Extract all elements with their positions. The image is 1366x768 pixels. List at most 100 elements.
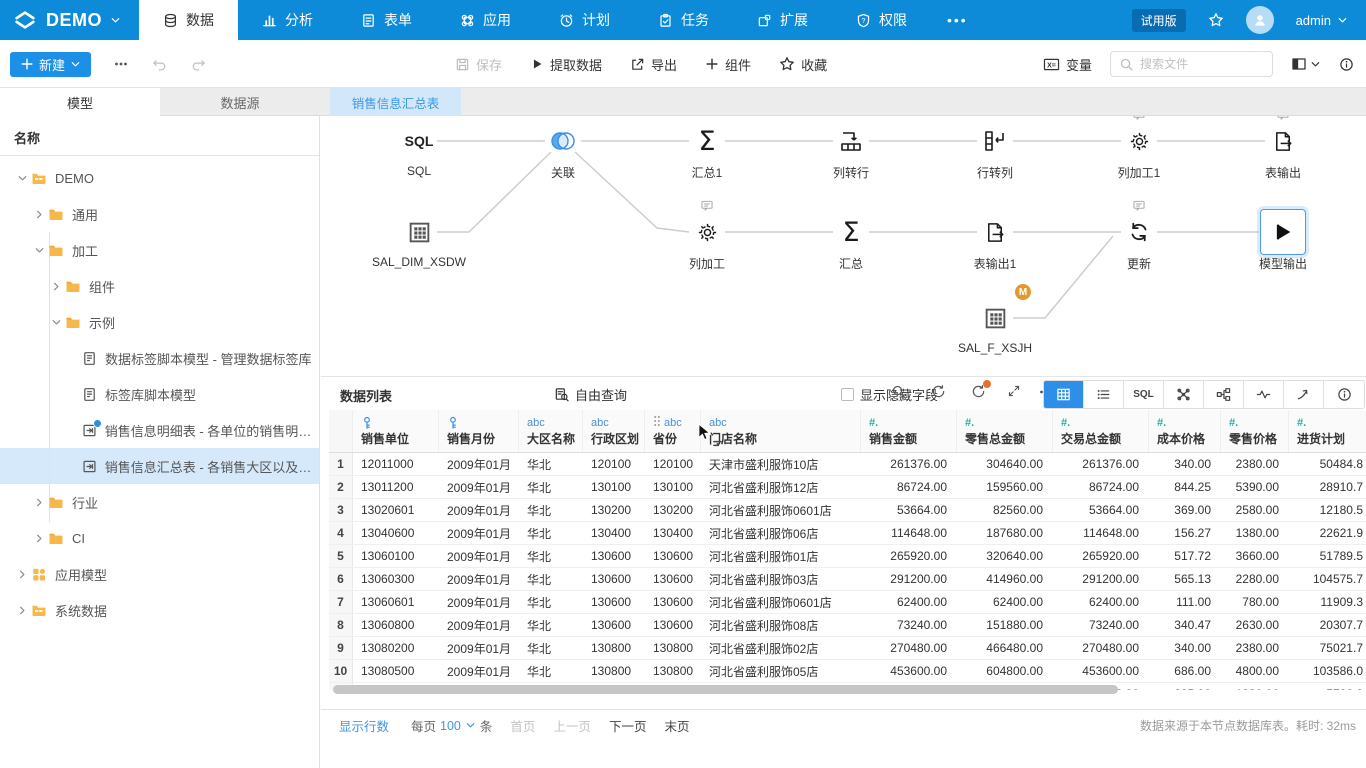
- flow-node-SAL_F_XSJH[interactable]: M: [975, 298, 1015, 338]
- lineage-view-button[interactable]: [1164, 381, 1204, 408]
- table-row[interactable]: 8130608002009年01月华北130600130600河北省盛利服饰08…: [329, 614, 1366, 637]
- user-menu[interactable]: admin: [1296, 13, 1348, 28]
- chevron-right-icon[interactable]: [31, 209, 48, 220]
- logo-area[interactable]: DEMO: [0, 0, 139, 40]
- tree-item-标签库脚本模型[interactable]: 标签库脚本模型: [0, 376, 319, 412]
- tree-item-DEMO[interactable]: DEMO: [0, 160, 319, 196]
- column-header-省份[interactable]: abc 省份: [645, 410, 701, 452]
- toolbar-action-提取数据[interactable]: 提取数据: [530, 55, 602, 74]
- flow-node-列加工[interactable]: [687, 212, 727, 252]
- column-header-销售月份[interactable]: 销售月份: [439, 410, 519, 452]
- table-row[interactable]: 4130406002009年01月华北130400130400河北省盛利服饰06…: [329, 522, 1366, 545]
- chevron-right-icon[interactable]: [48, 281, 65, 292]
- drag-handle-icon[interactable]: [653, 415, 661, 430]
- tree-item-行业[interactable]: 行业: [0, 484, 319, 520]
- table-row[interactable]: 5130601002009年01月华北130600130600河北省盛利服饰01…: [329, 545, 1366, 568]
- flow-node-汇总[interactable]: Σ: [831, 212, 871, 252]
- prev-page-button[interactable]: 上一页: [553, 716, 591, 735]
- per-page-control[interactable]: 每页 100 条: [411, 716, 492, 735]
- flow-node-列加工1[interactable]: [1119, 121, 1159, 161]
- tree-item-CI[interactable]: CI: [0, 520, 319, 556]
- toolbar-action-保存[interactable]: 保存: [455, 55, 502, 74]
- list-view-button[interactable]: [1084, 381, 1124, 408]
- table-row[interactable]: 10130805002009年01月华北130800130800河北省盛利服饰0…: [329, 660, 1366, 683]
- column-header-大区名称[interactable]: abc 大区名称: [519, 410, 583, 452]
- flow-node-SQL[interactable]: SQL: [399, 121, 439, 161]
- nav-more-button[interactable]: •••: [931, 0, 984, 40]
- tree-item-应用模型[interactable]: 应用模型: [0, 556, 319, 592]
- nav-tab-表单[interactable]: 表单: [337, 0, 436, 40]
- tree-item-销售信息汇总表[interactable]: 销售信息汇总表 - 各销售大区以及单...: [0, 448, 319, 484]
- toolbar-action-收藏[interactable]: 收藏: [779, 55, 827, 74]
- flow-node-更新[interactable]: [1119, 212, 1159, 252]
- per-page-value[interactable]: 100: [440, 719, 461, 733]
- avatar[interactable]: [1246, 6, 1274, 34]
- chevron-right-icon[interactable]: [31, 497, 48, 508]
- tree-item-示例[interactable]: 示例: [0, 304, 319, 340]
- favorite-star-icon[interactable]: [1208, 12, 1224, 28]
- column-header-零售价格[interactable]: #. 零售价格: [1221, 410, 1289, 452]
- nav-tab-应用[interactable]: 应用: [436, 0, 535, 40]
- table-row[interactable]: 2130112002009年01月华北130100130100河北省盛利服饰12…: [329, 476, 1366, 499]
- flow-canvas[interactable]: SQL SQL 关联Σ 汇总1 列转行 行转列 列加工1 表输出 SAL_DIM…: [321, 116, 1366, 376]
- variable-button[interactable]: X= 变量: [1043, 55, 1092, 74]
- flow-node-模型输出[interactable]: [1260, 209, 1306, 255]
- chevron-down-icon[interactable]: [48, 317, 65, 328]
- row-count-button[interactable]: 显示行数: [339, 716, 389, 735]
- next-page-button[interactable]: 下一页: [609, 716, 647, 735]
- search-input[interactable]: [1140, 57, 1250, 71]
- first-page-button[interactable]: 首页: [510, 716, 535, 735]
- table-row[interactable]: 3130206012009年01月华北130200130200河北省盛利服饰06…: [329, 499, 1366, 522]
- sidebar-tab-model[interactable]: 模型: [0, 88, 160, 116]
- redo-icon[interactable]: [190, 57, 207, 72]
- horizontal-scrollbar[interactable]: [333, 685, 1118, 694]
- nav-tab-权限[interactable]: ?权限: [832, 0, 931, 40]
- chevron-down-icon[interactable]: [31, 245, 48, 256]
- column-header-零售总金额[interactable]: #. 零售总金额: [957, 410, 1053, 452]
- column-header-进货计划[interactable]: #. 进货计划: [1289, 410, 1366, 452]
- chevron-right-icon[interactable]: [31, 533, 48, 544]
- new-button[interactable]: 新建: [10, 52, 91, 77]
- toolbar-action-导出[interactable]: 导出: [630, 55, 677, 74]
- nav-tab-数据[interactable]: 数据: [139, 0, 238, 40]
- last-page-button[interactable]: 末页: [664, 716, 689, 735]
- tree-item-加工[interactable]: 加工: [0, 232, 319, 268]
- nav-tab-计划[interactable]: 计划: [535, 0, 634, 40]
- free-query-button[interactable]: 自由查询: [554, 385, 627, 404]
- table-row[interactable]: 9130802002009年01月华北130800130800河北省盛利服饰02…: [329, 637, 1366, 660]
- column-header-销售单位[interactable]: 销售单位: [353, 410, 439, 452]
- nav-tab-扩展[interactable]: 扩展: [733, 0, 832, 40]
- flow-node-表输出[interactable]: [1263, 121, 1303, 161]
- table-row[interactable]: 7130606012009年01月华北130600130600河北省盛利服饰06…: [329, 591, 1366, 614]
- column-header-行政区划[interactable]: abc 行政区划: [583, 410, 645, 452]
- flow-node-SAL_DIM_XSDW[interactable]: [399, 212, 439, 252]
- tree-item-通用[interactable]: 通用: [0, 196, 319, 232]
- table-row[interactable]: 1120110002009年01月华北120100120100天津市盛利服饰10…: [329, 453, 1366, 476]
- flow-node-表输出1[interactable]: [975, 212, 1015, 252]
- column-header-销售金额[interactable]: #. 销售金额: [861, 410, 957, 452]
- refresh-icon[interactable]: [931, 384, 946, 402]
- show-hidden-fields-toggle[interactable]: 显示隐藏字段: [841, 385, 938, 404]
- flow-node-行转列[interactable]: [975, 121, 1015, 161]
- tree-item-系统数据[interactable]: 系统数据: [0, 592, 319, 628]
- info-icon[interactable]: [1339, 57, 1354, 72]
- tree-item-销售信息明细表[interactable]: 销售信息明细表 - 各单位的销售明细...: [0, 412, 319, 448]
- checkbox-unchecked[interactable]: [841, 388, 854, 401]
- nav-tab-分析[interactable]: 分析: [238, 0, 337, 40]
- nav-tab-任务[interactable]: 任务: [634, 0, 733, 40]
- info-view-button[interactable]: [1324, 381, 1364, 408]
- tree-item-组件[interactable]: 组件: [0, 268, 319, 304]
- column-menu-icon[interactable]: [712, 437, 723, 452]
- sql-view-button[interactable]: SQL: [1124, 381, 1164, 408]
- sidebar-tab-datasource[interactable]: 数据源: [160, 88, 320, 116]
- chevron-right-icon[interactable]: [14, 605, 31, 616]
- undo-icon[interactable]: [151, 57, 168, 72]
- chevron-right-icon[interactable]: [14, 569, 31, 580]
- tree-item-数据标签脚本模型[interactable]: 数据标签脚本模型 - 管理数据标签库: [0, 340, 319, 376]
- more-actions-icon[interactable]: [113, 56, 129, 72]
- search-data-icon[interactable]: [891, 384, 906, 402]
- trend-view-button[interactable]: [1284, 381, 1324, 408]
- file-search-box[interactable]: [1110, 51, 1273, 77]
- table-row[interactable]: 6130603002009年01月华北130600130600河北省盛利服饰03…: [329, 568, 1366, 591]
- column-header-交易总金额[interactable]: #. 交易总金额: [1053, 410, 1149, 452]
